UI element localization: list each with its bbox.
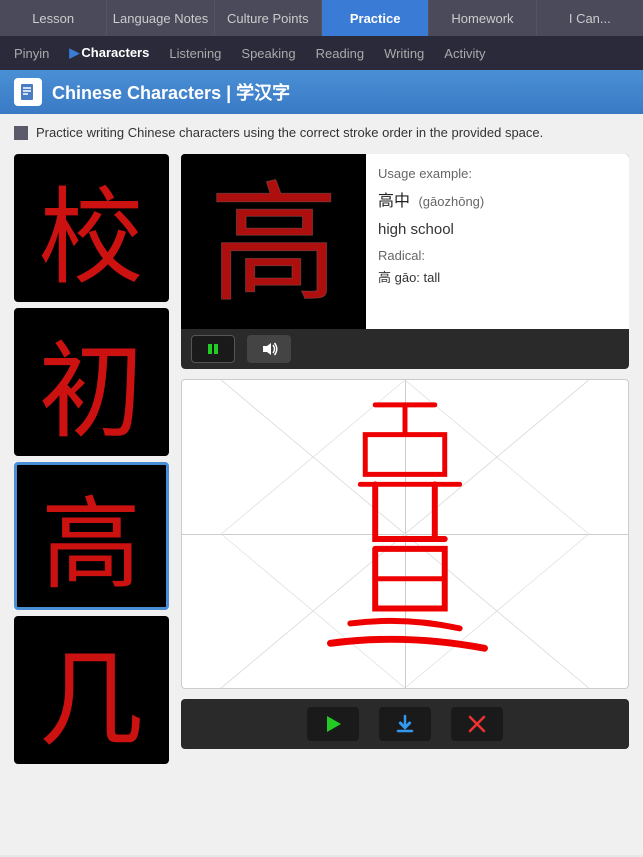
- preview-section: 高 高 Usage example: 高中 (gāozhōng) high sc…: [181, 154, 629, 369]
- radical-text: 高 gāo: tall: [378, 267, 617, 286]
- volume-button[interactable]: [247, 335, 291, 363]
- char-ji-svg: 几: [19, 618, 164, 763]
- bottom-controls: [181, 699, 629, 749]
- instruction-text: Practice writing Chinese characters usin…: [36, 124, 543, 142]
- page-icon: [14, 78, 42, 106]
- arrow-icon: ▶: [69, 45, 79, 60]
- delete-button[interactable]: [451, 707, 503, 741]
- subnav-reading[interactable]: Reading: [306, 42, 374, 65]
- instruction-row: Practice writing Chinese characters usin…: [14, 124, 629, 142]
- svg-text:高: 高: [209, 174, 339, 318]
- nav-culture-points[interactable]: Culture Points: [215, 0, 322, 36]
- nav-practice[interactable]: Practice: [322, 0, 429, 36]
- preview-char-svg: 高 高: [186, 159, 361, 324]
- preview-combined: 高 高 Usage example: 高中 (gāozhōng) high sc…: [181, 154, 629, 329]
- char-card-gao[interactable]: 高: [14, 462, 169, 610]
- content-area: Practice writing Chinese characters usin…: [0, 114, 643, 855]
- top-navigation: Lesson Language Notes Culture Points Pra…: [0, 0, 643, 36]
- char-gao-selected-svg: 高: [22, 467, 161, 606]
- subnav-writing[interactable]: Writing: [374, 42, 434, 65]
- delete-icon: [467, 714, 487, 734]
- character-list: 校 初 高 几: [14, 154, 169, 764]
- nav-language-notes[interactable]: Language Notes: [107, 0, 214, 36]
- page-title: Chinese Characters | 学汉字: [52, 79, 290, 105]
- play-icon: [323, 714, 343, 734]
- pause-button[interactable]: [191, 335, 235, 363]
- usage-chinese: 高中: [378, 193, 410, 210]
- svg-text:高: 高: [41, 490, 141, 601]
- char-chu-svg: 初: [19, 310, 164, 455]
- sub-navigation: Pinyin ▶Characters Listening Speaking Re…: [0, 36, 643, 70]
- usage-english: high school: [378, 221, 617, 238]
- subnav-characters[interactable]: ▶Characters: [59, 41, 159, 65]
- char-card-chu[interactable]: 初: [14, 308, 169, 456]
- volume-icon: [260, 341, 278, 357]
- pause-icon: [205, 341, 221, 357]
- subnav-activity[interactable]: Activity: [434, 42, 495, 65]
- right-panel: 高 高 Usage example: 高中 (gāozhōng) high sc…: [181, 154, 629, 764]
- page-header: Chinese Characters | 学汉字: [0, 70, 643, 114]
- play-button[interactable]: [307, 707, 359, 741]
- radical-label: Radical:: [378, 248, 617, 263]
- subnav-listening[interactable]: Listening: [159, 42, 231, 65]
- writing-area[interactable]: [181, 379, 629, 689]
- document-icon: [19, 83, 37, 101]
- char-card-ji[interactable]: 几: [14, 616, 169, 764]
- char-jiao-svg: 校: [19, 156, 164, 301]
- main-layout: 校 初 高 几: [14, 154, 629, 764]
- svg-text:校: 校: [38, 180, 143, 297]
- svg-text:几: 几: [38, 642, 143, 759]
- subnav-pinyin[interactable]: Pinyin: [4, 42, 59, 65]
- grid-diagonals-svg: [182, 380, 628, 688]
- download-button[interactable]: [379, 707, 431, 741]
- usage-label: Usage example:: [378, 166, 617, 181]
- instruction-icon: [14, 126, 28, 140]
- nav-i-can[interactable]: I Can...: [537, 0, 643, 36]
- download-icon: [395, 714, 415, 734]
- preview-char-display: 高 高: [181, 154, 366, 329]
- nav-lesson[interactable]: Lesson: [0, 0, 107, 36]
- subnav-speaking[interactable]: Speaking: [231, 42, 305, 65]
- usage-info-panel: Usage example: 高中 (gāozhōng) high school…: [366, 154, 629, 329]
- char-card-jiao[interactable]: 校: [14, 154, 169, 302]
- usage-pinyin: (gāozhōng): [418, 194, 484, 209]
- svg-text:初: 初: [38, 334, 143, 451]
- nav-homework[interactable]: Homework: [429, 0, 536, 36]
- media-controls-bar: [181, 329, 629, 369]
